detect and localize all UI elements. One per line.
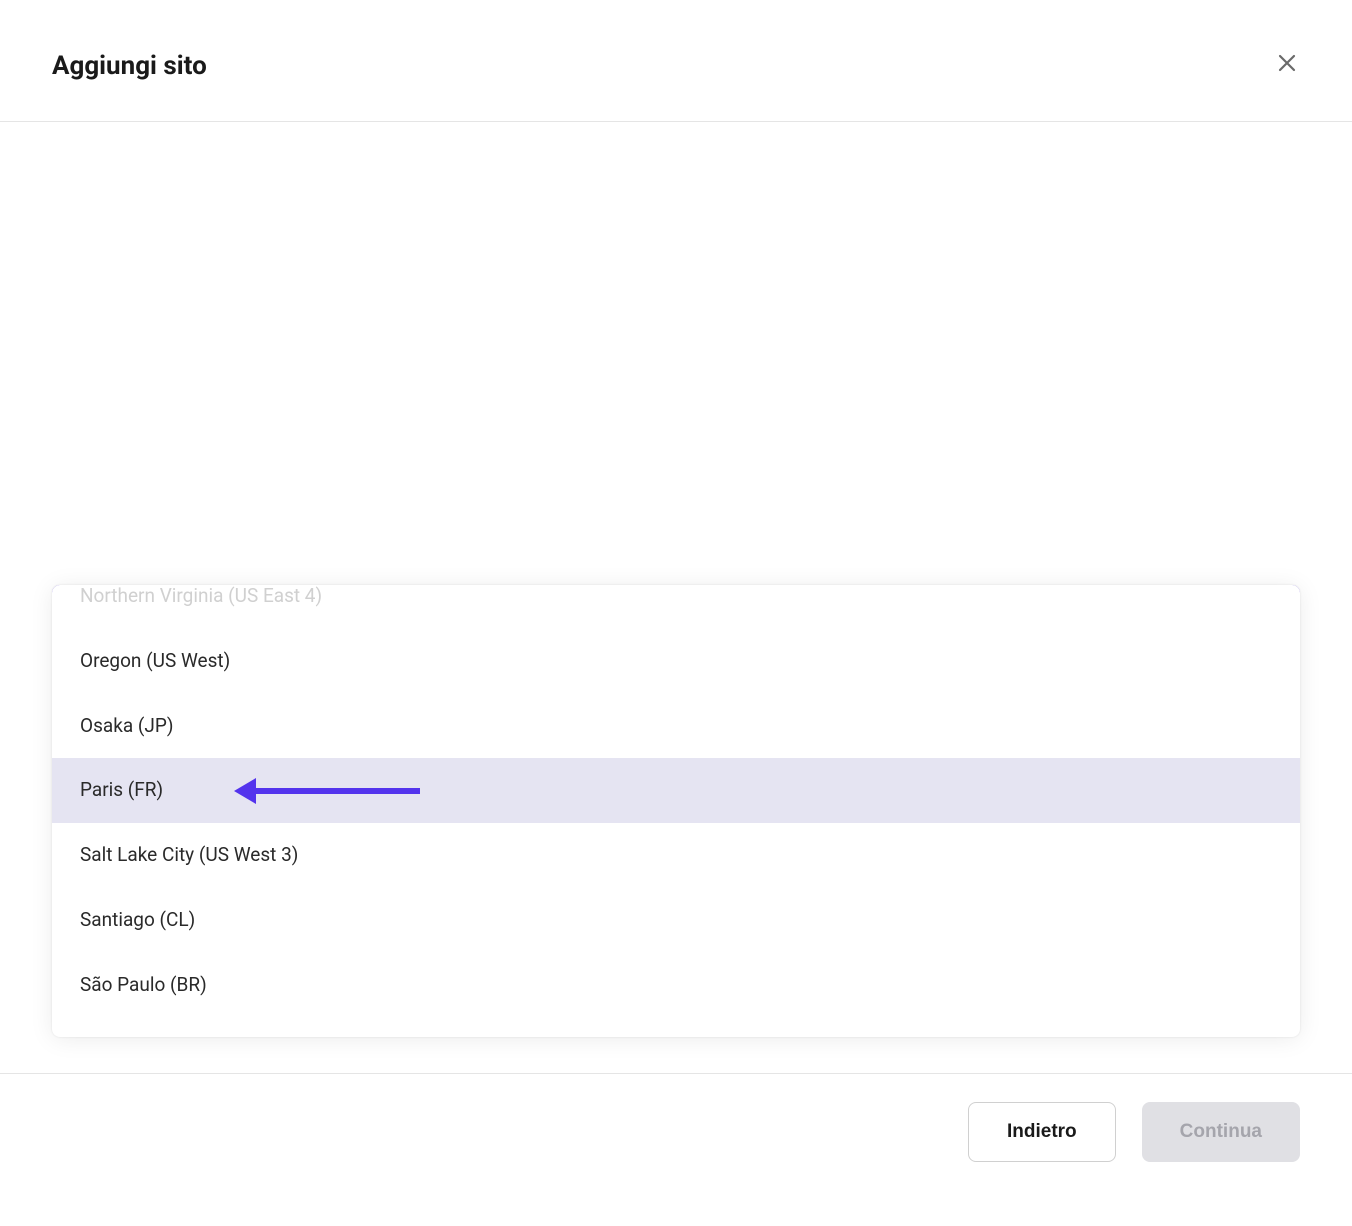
dropdown-item[interactable]: Paris (FR) — [52, 758, 1300, 823]
datacenter-dropdown-list: Northern Virginia (US East 4) Oregon (US… — [52, 585, 1300, 1037]
modal-title: Aggiungi sito — [52, 51, 207, 81]
dropdown-item[interactable]: Northern Virginia (US East 4) — [52, 585, 1300, 629]
annotation-arrow-icon — [234, 778, 420, 804]
dropdown-item-label: São Paulo (BR) — [80, 973, 207, 996]
dropdown-item-label: Santiago (CL) — [80, 908, 195, 931]
continue-button[interactable]: Continua — [1142, 1102, 1300, 1162]
dropdown-item-label: Paris (FR) — [80, 778, 163, 801]
modal-content: Northern Virginia (US East 4) Oregon (US… — [0, 585, 1352, 767]
modal-footer: Indietro Continua — [0, 1073, 1352, 1226]
dropdown-item[interactable]: Osaka (JP) — [52, 694, 1300, 759]
dropdown-item[interactable]: Santiago (CL) — [52, 888, 1300, 953]
dropdown-item-label: Northern Virginia (US East 4) — [80, 585, 322, 607]
dropdown-item[interactable]: Salt Lake City (US West 3) — [52, 823, 1300, 888]
dropdown-item[interactable]: São Paulo (BR) — [52, 953, 1300, 1037]
dropdown-item-label: Oregon (US West) — [80, 649, 230, 672]
dropdown-item-label: Osaka (JP) — [80, 714, 173, 737]
dropdown-item[interactable]: Oregon (US West) — [52, 629, 1300, 694]
dropdown-item-label: Salt Lake City (US West 3) — [80, 843, 298, 866]
back-button[interactable]: Indietro — [968, 1102, 1116, 1162]
close-icon[interactable] — [1274, 50, 1300, 81]
modal-header: Aggiungi sito — [0, 0, 1352, 122]
